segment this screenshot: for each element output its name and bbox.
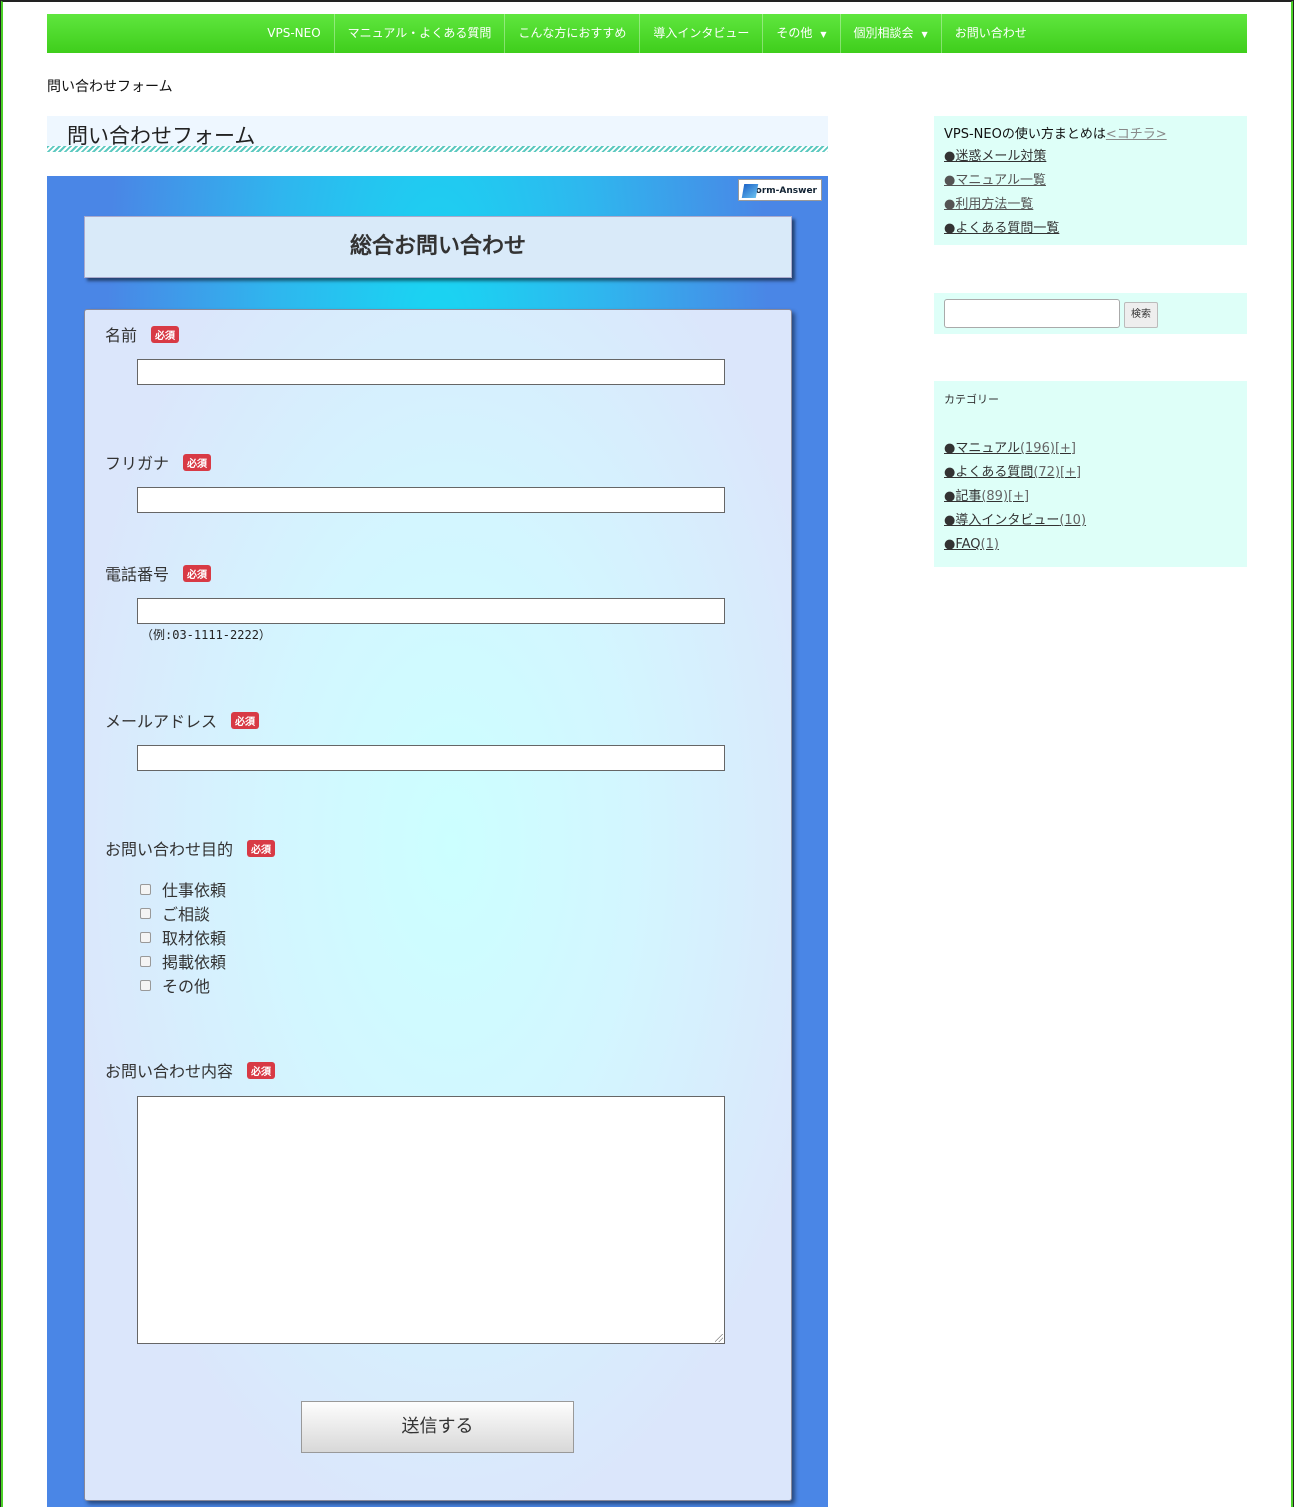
- checkbox-label: 掲載依頼: [162, 953, 227, 972]
- required-badge: 必須: [247, 1062, 276, 1079]
- checkbox-label: 仕事依頼: [162, 881, 227, 900]
- category-label: ●マニュアル: [944, 441, 1020, 456]
- nav-item-vps-neo[interactable]: VPS-NEO: [254, 14, 335, 53]
- nav-item-interview[interactable]: 導入インタビュー: [640, 14, 764, 53]
- sidebar-link-manuals[interactable]: ●マニュアル一覧: [944, 169, 1237, 193]
- purpose-option-listing[interactable]: 掲載依頼: [140, 949, 226, 973]
- phone-hint: （例:03-1111-2222）: [141, 628, 271, 642]
- contact-form-container: Form-Answer 総合お問い合わせ 名前 必須 フリガナ 必須 電話番号 必須 …: [47, 176, 828, 1507]
- sidebar-guide-box: VPS-NEOの使い方まとめは<コチラ> ●迷惑メール対策 ●マニュアル一覧 ●…: [934, 116, 1247, 245]
- category-count: (196): [1019, 441, 1055, 456]
- content-textarea[interactable]: [137, 1096, 725, 1344]
- required-badge: 必須: [231, 712, 260, 729]
- checkbox[interactable]: [140, 931, 151, 943]
- caret-down-icon: ▼: [820, 30, 827, 39]
- checkbox-label: ご相談: [162, 905, 211, 924]
- purpose-checkbox-group: 仕事依頼 ご相談 取材依頼 掲載依頼 その他: [140, 877, 226, 997]
- purpose-label-text: お問い合わせ目的: [105, 840, 234, 859]
- purpose-label: お問い合わせ目的 必須: [105, 836, 276, 860]
- guide-intro: VPS-NEOの使い方まとめは<コチラ>: [944, 123, 1237, 142]
- nav-item-consultation[interactable]: 個別相談会 ▼: [841, 14, 942, 53]
- furigana-label: フリガナ 必須: [105, 450, 212, 474]
- search-button[interactable]: 検索: [1124, 302, 1158, 328]
- nav-item-label: 導入インタビュー: [653, 26, 750, 40]
- nav-item-other[interactable]: その他 ▼: [763, 14, 841, 53]
- category-item-faq[interactable]: ●FAQ(1): [944, 533, 1237, 557]
- sidebar-search-box: 検索: [934, 293, 1247, 334]
- furigana-label-text: フリガナ: [105, 454, 170, 473]
- required-badge: 必須: [151, 326, 180, 343]
- nav-item-recommend[interactable]: こんな方におすすめ: [505, 14, 641, 53]
- category-count: (1): [980, 537, 999, 552]
- guide-intro-text: VPS-NEOの使い方まとめは: [944, 127, 1106, 142]
- nav-item-label: その他: [776, 26, 813, 40]
- form-answer-badge-label: Form-Answer: [749, 186, 817, 196]
- submit-button[interactable]: 送信する: [301, 1401, 574, 1453]
- checkbox-label: その他: [162, 977, 211, 996]
- checkbox-label: 取材依頼: [162, 929, 227, 948]
- category-label: ●導入インタビュー: [944, 513, 1060, 528]
- sidebar-link-spam[interactable]: ●迷惑メール対策: [944, 145, 1237, 169]
- furigana-input[interactable]: [137, 487, 725, 513]
- nav-item-contact[interactable]: お問い合わせ: [942, 14, 1040, 53]
- form-answer-badge[interactable]: Form-Answer: [738, 179, 822, 201]
- required-badge: 必須: [183, 565, 212, 582]
- nav-item-label: 個別相談会: [853, 26, 914, 40]
- email-label-text: メールアドレス: [105, 712, 218, 731]
- category-count: (72): [1033, 465, 1061, 480]
- purpose-option-interview[interactable]: 取材依頼: [140, 925, 226, 949]
- breadcrumb: 問い合わせフォーム: [47, 79, 173, 95]
- purpose-option-consult[interactable]: ご相談: [140, 901, 226, 925]
- email-label: メールアドレス 必須: [105, 708, 260, 732]
- nav-item-label: こんな方におすすめ: [518, 26, 627, 40]
- phone-label: 電話番号 必須: [105, 561, 212, 585]
- category-item-faq-questions[interactable]: ●よくある質問(72)[+]: [944, 461, 1237, 485]
- expand-toggle[interactable]: [+]: [1060, 465, 1081, 480]
- nav-item-label: VPS-NEO: [267, 26, 321, 40]
- nav-item-label: お問い合わせ: [954, 26, 1027, 40]
- email-input[interactable]: [137, 745, 725, 771]
- name-input[interactable]: [137, 359, 725, 385]
- checkbox[interactable]: [140, 907, 151, 919]
- checkbox[interactable]: [140, 979, 151, 991]
- name-label: 名前 必須: [105, 322, 180, 346]
- category-count: (89): [981, 489, 1009, 504]
- purpose-option-other[interactable]: その他: [140, 973, 226, 997]
- category-item-interview[interactable]: ●導入インタビュー(10): [944, 509, 1237, 533]
- phone-input[interactable]: [137, 598, 725, 624]
- expand-toggle[interactable]: [+]: [1055, 441, 1076, 456]
- content-label-text: お問い合わせ内容: [105, 1062, 234, 1081]
- phone-label-text: 電話番号: [105, 565, 170, 584]
- checkbox[interactable]: [140, 955, 151, 967]
- category-count: (10): [1059, 513, 1087, 528]
- page-title-bar: 問い合わせフォーム: [47, 116, 828, 152]
- expand-toggle[interactable]: [+]: [1008, 489, 1029, 504]
- guide-intro-link[interactable]: <コチラ>: [1106, 127, 1167, 142]
- content-label: お問い合わせ内容 必須: [105, 1058, 276, 1082]
- category-label: ●FAQ: [944, 537, 981, 552]
- sidebar-link-faq[interactable]: ●よくある質問一覧: [944, 217, 1237, 241]
- required-badge: 必須: [247, 840, 276, 857]
- purpose-option-work[interactable]: 仕事依頼: [140, 877, 226, 901]
- category-label: ●よくある質問: [944, 465, 1034, 480]
- resize-handle-icon[interactable]: [715, 1334, 723, 1342]
- category-label: ●記事: [944, 489, 982, 504]
- categories-title: カテゴリー: [944, 393, 999, 406]
- caret-down-icon: ▼: [921, 30, 928, 39]
- top-nav: VPS-NEO マニュアル・よくある質問 こんな方におすすめ 導入インタビュー …: [47, 14, 1247, 53]
- name-label-text: 名前: [105, 326, 138, 345]
- nav-item-label: マニュアル・よくある質問: [347, 26, 492, 40]
- search-input[interactable]: [944, 299, 1120, 328]
- sidebar-link-usage[interactable]: ●利用方法一覧: [944, 193, 1237, 217]
- form-answer-logo-icon: [741, 184, 759, 198]
- nav-item-manual-faq[interactable]: マニュアル・よくある質問: [335, 14, 506, 53]
- sidebar-categories-box: カテゴリー ●マニュアル(196)[+] ●よくある質問(72)[+] ●記事(…: [934, 381, 1247, 567]
- checkbox[interactable]: [140, 883, 151, 895]
- form-body: 名前 必須 フリガナ 必須 電話番号 必須 （例:03-1111-2222） メールア…: [84, 309, 792, 1501]
- required-badge: 必須: [183, 454, 212, 471]
- form-header: 総合お問い合わせ: [84, 216, 792, 278]
- category-item-manual[interactable]: ●マニュアル(196)[+]: [944, 437, 1237, 461]
- title-underline-stripe: [47, 146, 828, 152]
- category-item-articles[interactable]: ●記事(89)[+]: [944, 485, 1237, 509]
